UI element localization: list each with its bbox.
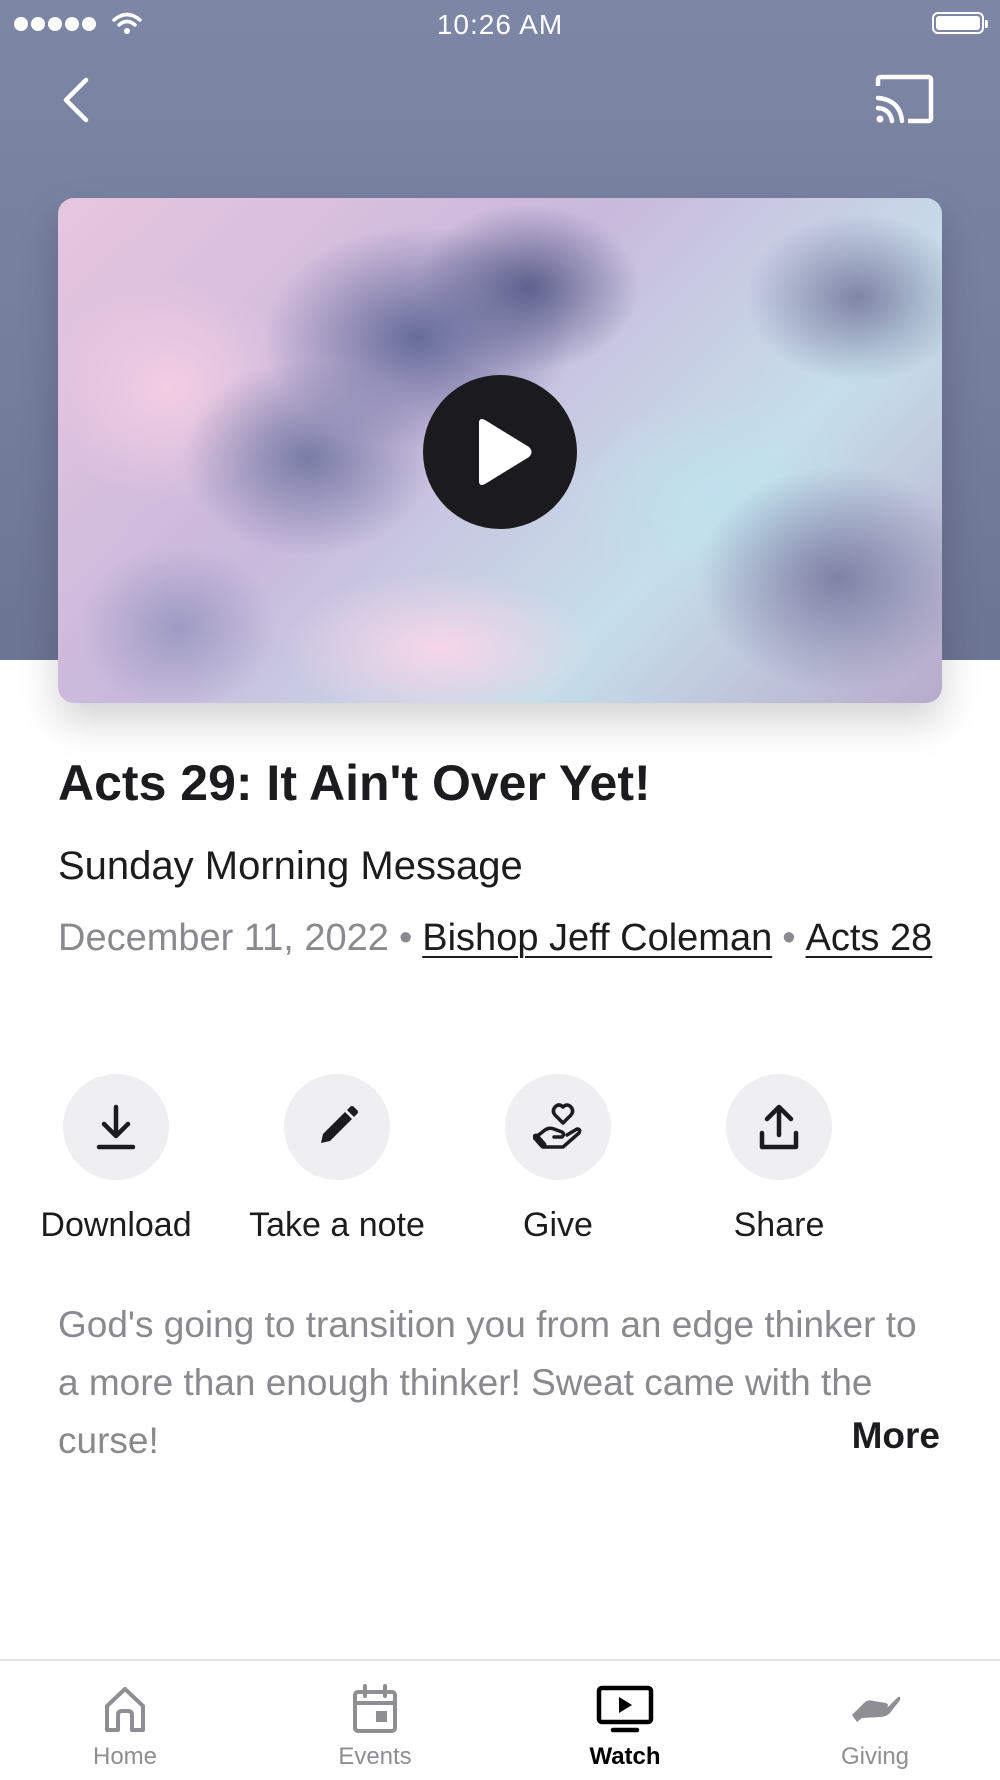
more-button[interactable]: More bbox=[852, 1415, 940, 1457]
share-icon bbox=[759, 1104, 799, 1150]
download-button[interactable]: Download bbox=[6, 1074, 226, 1245]
scripture-link[interactable]: Acts 28 bbox=[806, 917, 933, 959]
give-button[interactable]: Give bbox=[448, 1074, 668, 1245]
share-circle bbox=[726, 1074, 832, 1180]
sermon-title: Acts 29: It Ain't Over Yet! bbox=[58, 755, 651, 811]
play-icon bbox=[479, 419, 532, 485]
action-row: Download Take a note Give Share bbox=[40, 1074, 942, 1254]
give-label: Give bbox=[523, 1206, 593, 1244]
battery-icon bbox=[932, 12, 988, 34]
giving-hand-icon bbox=[848, 1681, 902, 1737]
download-label: Download bbox=[40, 1206, 192, 1244]
cast-icon bbox=[875, 74, 934, 124]
sermon-date: December 11, 2022 bbox=[58, 917, 389, 959]
battery-level bbox=[936, 16, 980, 30]
play-button[interactable] bbox=[423, 375, 577, 529]
back-button[interactable] bbox=[50, 70, 110, 130]
tab-watch[interactable]: Watch bbox=[500, 1661, 750, 1780]
tab-events-label: Events bbox=[338, 1743, 412, 1770]
status-bar: 10:26 AM bbox=[0, 0, 1000, 50]
download-circle bbox=[63, 1074, 169, 1180]
cast-button[interactable] bbox=[872, 72, 936, 128]
take-a-note-circle bbox=[284, 1074, 390, 1180]
tab-giving-label: Giving bbox=[840, 1743, 910, 1770]
tab-home[interactable]: Home bbox=[0, 1661, 250, 1780]
download-icon bbox=[96, 1104, 136, 1150]
home-icon bbox=[103, 1681, 147, 1737]
calendar-icon bbox=[351, 1681, 399, 1737]
tab-home-label: Home bbox=[92, 1743, 158, 1770]
chevron-left-icon bbox=[63, 77, 89, 123]
speaker-link[interactable]: Bishop Jeff Coleman bbox=[422, 917, 772, 959]
meta-separator: • bbox=[398, 917, 413, 959]
tv-play-icon bbox=[595, 1681, 655, 1737]
take-a-note-label: Take a note bbox=[249, 1206, 425, 1244]
pencil-icon bbox=[321, 1106, 358, 1143]
meta-separator: • bbox=[782, 917, 796, 959]
status-time: 10:26 AM bbox=[436, 9, 564, 40]
take-a-note-button[interactable]: Take a note bbox=[227, 1074, 447, 1245]
sermon-description: God's going to transition you from an ed… bbox=[58, 1304, 917, 1461]
share-button[interactable]: Share bbox=[669, 1074, 889, 1245]
tab-giving[interactable]: Giving bbox=[750, 1661, 1000, 1780]
hand-heart-icon bbox=[533, 1103, 582, 1149]
sermon-meta: December 11, 2022 • Bishop Jeff Coleman • Ac… bbox=[58, 911, 938, 965]
video-thumbnail[interactable] bbox=[58, 198, 942, 703]
tab-watch-label: Watch bbox=[589, 1743, 661, 1770]
tab-events[interactable]: Events bbox=[250, 1661, 500, 1780]
sermon-subtitle: Sunday Morning Message bbox=[58, 844, 523, 888]
give-circle bbox=[505, 1074, 611, 1180]
tab-bar: Home Events Watch Giving bbox=[0, 1659, 1000, 1780]
share-label: Share bbox=[733, 1206, 825, 1244]
